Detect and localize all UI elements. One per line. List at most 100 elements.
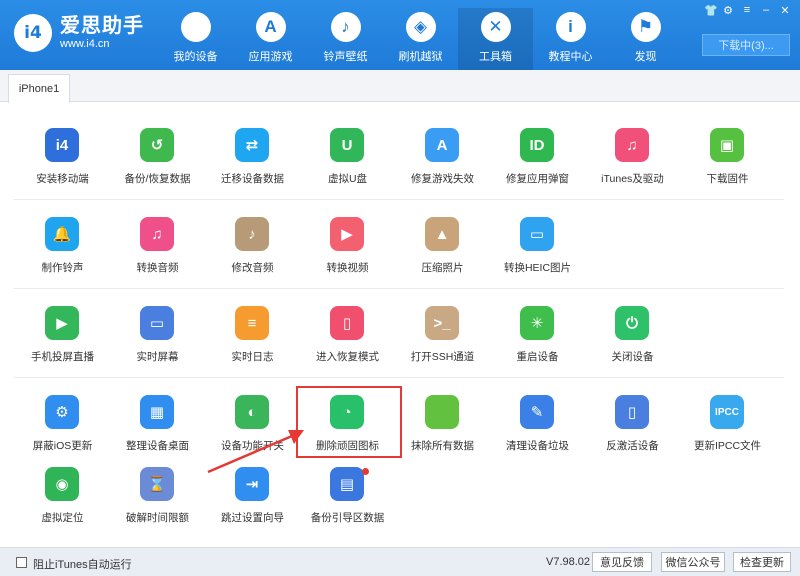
tool-item[interactable]: 抹除所有数据 <box>395 385 490 465</box>
feedback-button[interactable]: 意见反馈 <box>592 552 652 572</box>
nav-item-4[interactable]: ✕ 工具箱 <box>458 8 533 70</box>
check-update-button[interactable]: 检查更新 <box>733 552 791 572</box>
backup-boot-icon: ▤ <box>330 467 364 501</box>
gear-icon[interactable]: ⚙ <box>723 4 733 17</box>
tool-label: 备份引导区数据 <box>310 512 385 524</box>
notification-dot <box>362 468 369 475</box>
flash-box-icon: ◈ <box>405 12 436 42</box>
row-divider <box>14 288 784 289</box>
tool-item[interactable]: ▶ 转换视频 <box>300 207 395 287</box>
tool-label: 转换视频 <box>326 262 369 274</box>
tool-label: 备份/恢复数据 <box>124 173 191 185</box>
tool-item[interactable]: ▭ 转换HEIC图片 <box>490 207 585 287</box>
hourglass-icon: ⌛ <box>140 467 174 501</box>
tool-label: 修复应用弹窗 <box>506 173 569 185</box>
tool-item[interactable]: ♪ 修改音频 <box>205 207 300 287</box>
status-bar: 阻止iTunes自动运行 V7.98.02 意见反馈 微信公众号 检查更新 <box>0 547 800 576</box>
tab-iphone1[interactable]: iPhone1 <box>8 74 70 103</box>
tool-label: 重启设备 <box>516 351 559 363</box>
tool-item[interactable]: ✎ 清理设备垃圾 <box>490 385 585 465</box>
tool-label: 关闭设备 <box>611 351 654 363</box>
tool-item[interactable]: >_ 打开SSH通道 <box>395 296 490 376</box>
skin-icon[interactable]: 👕 <box>704 4 718 17</box>
tool-label: 反激活设备 <box>606 440 659 452</box>
tool-label: 压缩照片 <box>421 262 464 274</box>
close-icon[interactable]: ✕ <box>780 4 790 17</box>
tool-item[interactable]: A 修复游戏失效 <box>395 118 490 198</box>
tool-item[interactable]: IPCC 更新IPCC文件 <box>680 385 775 465</box>
tool-item[interactable]: ⇄ 迁移设备数据 <box>205 118 300 198</box>
tool-item[interactable]: ✳ 重启设备 <box>490 296 585 376</box>
tool-label: 更新IPCC文件 <box>693 440 762 452</box>
tool-item[interactable]: ⌛ 破解时间限额 <box>110 457 205 537</box>
tool-label: 下载固件 <box>706 173 749 185</box>
ipcc-icon: IPCC <box>710 395 744 429</box>
nav-item-5[interactable]: i 教程中心 <box>533 8 608 70</box>
convert-video-icon: ▶ <box>330 217 364 251</box>
tool-item[interactable]: U 虚拟U盘 <box>300 118 395 198</box>
recovery-mode-icon: ▯ <box>330 306 364 340</box>
tool-label: 修复游戏失效 <box>411 173 474 185</box>
block-update-icon: ⚙ <box>45 395 79 429</box>
tool-item[interactable]: ▲ 压缩照片 <box>395 207 490 287</box>
tool-item[interactable]: ⚙ 屏蔽iOS更新 <box>15 385 110 465</box>
music-wallpaper-icon: ♪ <box>330 12 361 42</box>
tool-item[interactable]: ▶ 手机投屏直播 <box>15 296 110 376</box>
reboot-icon: ✳ <box>520 306 554 340</box>
nav-label: 铃声壁纸 <box>323 51 368 63</box>
live-log-icon: ≡ <box>235 306 269 340</box>
nav-item-6[interactable]: ⚑ 发现 <box>608 8 683 70</box>
tool-label: 实时屏幕 <box>136 351 179 363</box>
app-repair-icon: A <box>425 128 459 162</box>
screen-cast-icon: ▶ <box>45 306 79 340</box>
apple-icon <box>180 12 211 42</box>
wechat-button[interactable]: 微信公众号 <box>661 552 725 572</box>
i4-install-icon: i4 <box>45 128 79 162</box>
clean-junk-icon: ✎ <box>520 395 554 429</box>
block-itunes-label: 阻止iTunes自动运行 <box>33 559 132 571</box>
tool-label: 迁移设备数据 <box>221 173 284 185</box>
tool-label: 转换音频 <box>136 262 179 274</box>
tool-item[interactable]: ▣ 下载固件 <box>680 118 775 198</box>
apple-id-icon: ID <box>520 128 554 162</box>
menu-icon[interactable]: ≡ <box>742 4 752 17</box>
download-status-button[interactable]: 下载中(3)... <box>702 34 790 56</box>
tool-item[interactable]: ▤ 备份引导区数据 <box>300 457 395 537</box>
tool-item[interactable]: ▯ 进入恢复模式 <box>300 296 395 376</box>
tool-item[interactable]: ≡ 实时日志 <box>205 296 300 376</box>
tool-label: iTunes及驱动 <box>601 173 664 185</box>
nav-item-0[interactable]: 我的设备 <box>158 8 233 70</box>
edit-audio-icon: ♪ <box>235 217 269 251</box>
tool-item[interactable]: ▦ 整理设备桌面 <box>110 385 205 465</box>
power-off-icon: ⏻ <box>615 306 649 340</box>
tool-item[interactable]: ♫ iTunes及驱动 <box>585 118 680 198</box>
block-itunes-checkbox[interactable] <box>16 557 27 568</box>
tool-label: 制作铃声 <box>41 262 84 274</box>
tool-item[interactable]: ID 修复应用弹窗 <box>490 118 585 198</box>
tool-item[interactable]: ⏻ 关闭设备 <box>585 296 680 376</box>
nav-item-3[interactable]: ◈ 刷机越狱 <box>383 8 458 70</box>
nav-label: 应用游戏 <box>248 51 293 63</box>
title-bar: i4 爱思助手 www.i4.cn 我的设备 A 应用游戏 ♪ 铃声壁纸 ◈ 刷机越狱 ✕ 工具… <box>0 0 800 70</box>
tool-item[interactable]: ▭ 实时屏幕 <box>110 296 205 376</box>
tool-item[interactable]: 🔔 制作铃声 <box>15 207 110 287</box>
tool-label: 虚拟定位 <box>41 512 84 524</box>
highlight-box <box>296 386 402 458</box>
tool-item[interactable]: i4 安装移动端 <box>15 118 110 198</box>
tool-item[interactable]: ↺ 备份/恢复数据 <box>110 118 205 198</box>
minimize-icon[interactable]: – <box>761 4 771 17</box>
tool-item[interactable]: ▯ 反激活设备 <box>585 385 680 465</box>
app-store-icon: A <box>255 12 286 42</box>
tool-label: 虚拟U盘 <box>327 173 368 185</box>
tool-label: 抹除所有数据 <box>411 440 474 452</box>
ssh-terminal-icon: >_ <box>425 306 459 340</box>
nav-label: 工具箱 <box>479 51 512 63</box>
nav-label: 发现 <box>634 51 657 63</box>
deactivate-icon: ▯ <box>615 395 649 429</box>
nav-item-1[interactable]: A 应用游戏 <box>233 8 308 70</box>
nav-item-2[interactable]: ♪ 铃声壁纸 <box>308 8 383 70</box>
row-divider <box>14 199 784 200</box>
tool-item[interactable]: ◉ 虚拟定位 <box>15 457 110 537</box>
red-arrow-icon <box>207 430 304 474</box>
tool-item[interactable]: ♫ 转换音频 <box>110 207 205 287</box>
